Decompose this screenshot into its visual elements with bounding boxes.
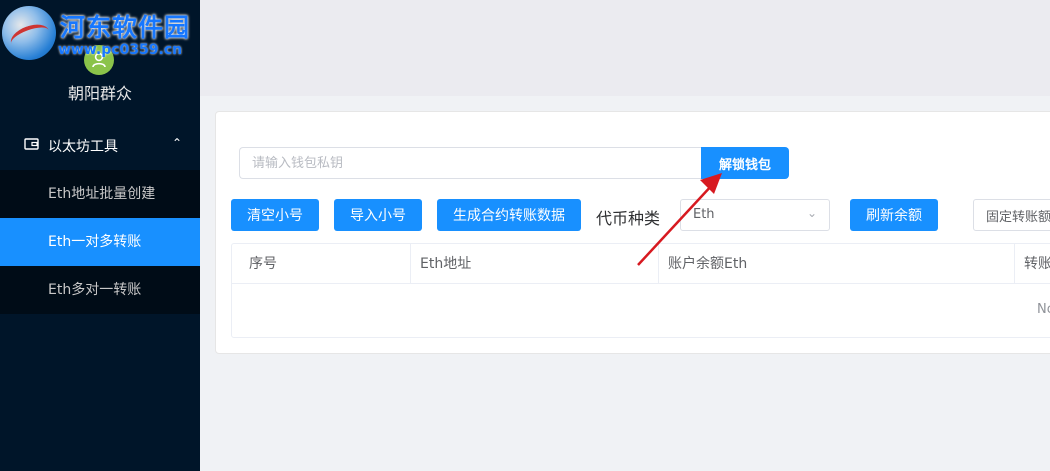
column-header-balance: 账户余额Eth (659, 244, 1015, 283)
generate-contract-data-button[interactable]: 生成合约转账数据 (437, 199, 581, 231)
sidebar-item-eth-batch-create[interactable]: Eth地址批量创建 (0, 170, 200, 218)
watermark-url: www.pc0359.cn (58, 42, 183, 58)
avatar[interactable] (84, 45, 114, 75)
wallet-icon (24, 138, 40, 154)
watermark-logo-icon (2, 6, 56, 60)
top-header (200, 0, 1050, 96)
table-header: 序号 Eth地址 账户余额Eth 转账 (232, 244, 1050, 284)
token-type-value: Eth (693, 207, 715, 222)
fixed-amount-button[interactable]: 固定转账额 (973, 199, 1050, 231)
unlock-wallet-button[interactable]: 解锁钱包 (701, 147, 789, 179)
user-icon (92, 52, 106, 68)
column-header-address: Eth地址 (411, 244, 659, 283)
sidebar-item-eth-many-to-one[interactable]: Eth多对一转账 (0, 266, 200, 314)
refresh-balance-button[interactable]: 刷新余额 (850, 199, 938, 231)
chevron-down-icon: ⌄ (806, 206, 817, 220)
private-key-input[interactable] (239, 147, 701, 179)
sidebar: 朝阳群众 以太坊工具 ⌃ Eth地址批量创建 Eth一对多转账 Eth多对一转账… (0, 0, 200, 471)
column-header-index: 序号 (232, 244, 411, 283)
column-header-transfer: 转账 (1024, 256, 1050, 272)
clear-accounts-button[interactable]: 清空小号 (231, 199, 319, 231)
watermark-title: 河东软件园 (60, 13, 191, 42)
import-accounts-button[interactable]: 导入小号 (334, 199, 422, 231)
sidebar-item-eth-one-to-many[interactable]: Eth一对多转账 (0, 218, 200, 266)
submenu: Eth地址批量创建 Eth一对多转账 Eth多对一转账 (0, 170, 200, 314)
sidebar-item-label: Eth一对多转账 (48, 234, 142, 250)
user-name: 朝阳群众 (67, 84, 132, 103)
menu-group-label: 以太坊工具 (48, 139, 118, 155)
accounts-table: 序号 Eth地址 账户余额Eth 转账 No (231, 243, 1050, 338)
menu-group-ethereum-tools[interactable]: 以太坊工具 ⌃ (0, 128, 200, 164)
token-type-select[interactable]: Eth ⌄ (680, 199, 830, 231)
chevron-up-icon: ⌃ (171, 136, 182, 150)
sidebar-item-label: Eth地址批量创建 (48, 186, 156, 202)
token-type-label: 代币种类 (596, 209, 661, 228)
sidebar-item-label: Eth多对一转账 (48, 282, 142, 298)
table-empty-text: No (1037, 302, 1050, 317)
